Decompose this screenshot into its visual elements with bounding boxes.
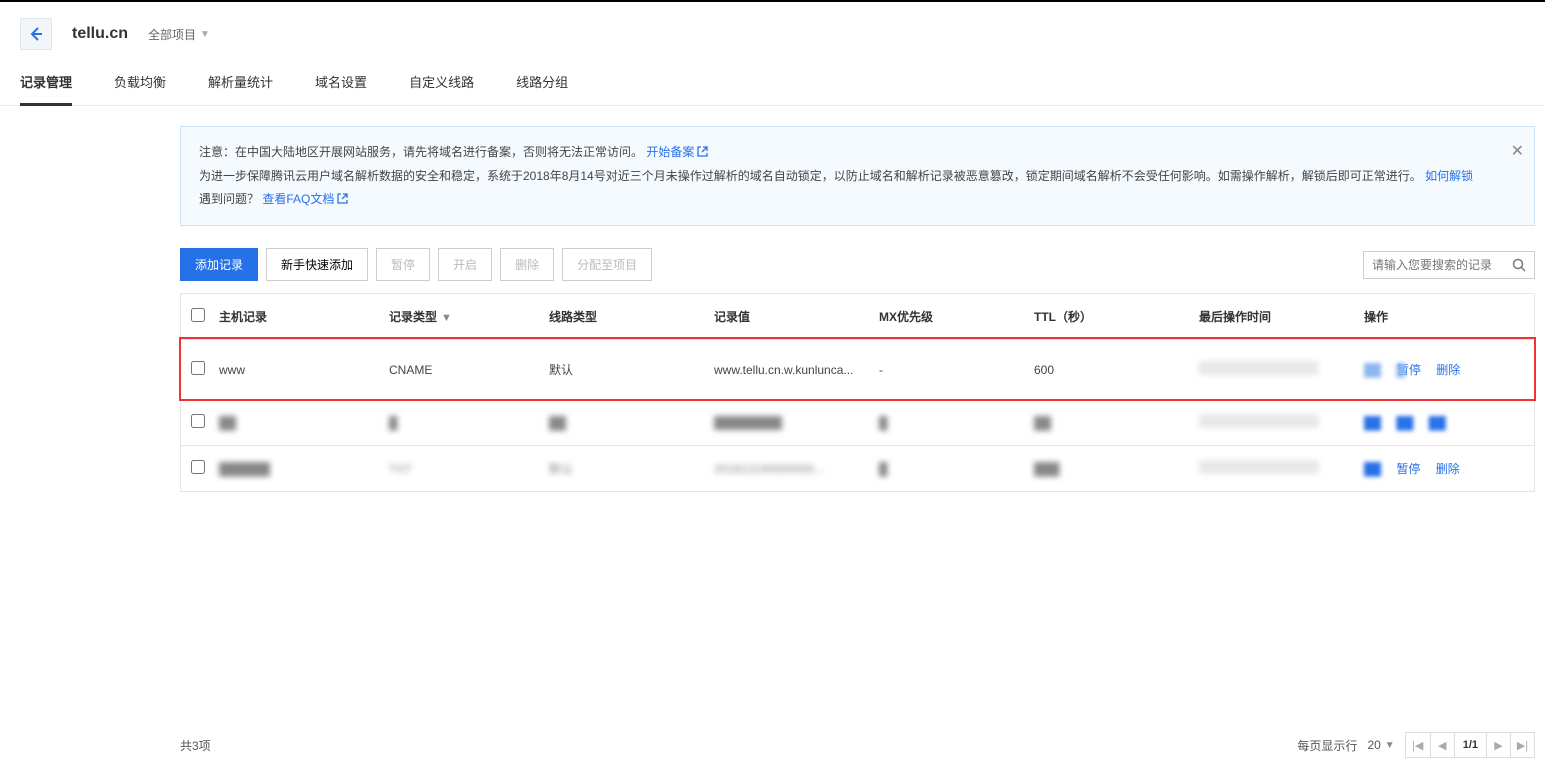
- pause-button[interactable]: 暂停: [376, 248, 430, 281]
- cell-ops: ██ 暂停 删除: [1364, 460, 1524, 477]
- cell-mx: █: [879, 462, 1034, 476]
- notice-text-3: 遇到问题？: [199, 192, 259, 206]
- cell-line: 默认: [549, 460, 714, 477]
- cell-ttl: 600: [1034, 363, 1199, 377]
- table-row: www CNAME 默认 www.tellu.cn.w.kunlunca... …: [181, 339, 1534, 399]
- row-action-pause[interactable]: █暂停: [1396, 363, 1421, 377]
- notice-text-1: 注意：在中国大陆地区开展网站服务，请先将域名进行备案，否则将无法正常访问。: [199, 145, 643, 159]
- caret-down-icon: ▼: [1385, 740, 1395, 751]
- tabs: 记录管理 负载均衡 解析量统计 域名设置 自定义线路 线路分组: [0, 60, 1545, 106]
- cell-ttl: ██: [1034, 416, 1199, 430]
- notice-link-faq[interactable]: 查看FAQ文档: [262, 192, 348, 206]
- table-row: ██ █ ██ ████████ █ ██ ██ ██ ██: [181, 399, 1534, 445]
- cell-host: ██████: [219, 462, 389, 476]
- cell-type: CNAME: [389, 363, 549, 377]
- col-line[interactable]: 线路类型: [549, 308, 714, 325]
- cell-ops: ██ █暂停 删除: [1364, 361, 1524, 378]
- cell-mx: █: [879, 416, 1034, 430]
- per-page-selector[interactable]: 20 ▼: [1367, 738, 1394, 752]
- cell-value: ████████: [714, 416, 879, 430]
- row-checkbox[interactable]: [191, 460, 205, 474]
- row-action[interactable]: ██: [1396, 416, 1413, 430]
- external-link-icon: [697, 142, 708, 165]
- notice-link-beian[interactable]: 开始备案: [646, 145, 708, 159]
- search-input[interactable]: [1364, 252, 1504, 278]
- tab-records[interactable]: 记录管理: [20, 60, 72, 106]
- row-checkbox[interactable]: [191, 361, 205, 375]
- pager-last[interactable]: ▶|: [1510, 733, 1534, 757]
- tab-domain-settings[interactable]: 域名设置: [315, 60, 367, 105]
- delete-button[interactable]: 删除: [500, 248, 554, 281]
- cell-host: ██: [219, 416, 389, 430]
- cell-line: 默认: [549, 361, 714, 378]
- search-box: [1363, 251, 1535, 279]
- toolbar: 添加记录 新手快速添加 暂停 开启 删除 分配至项目: [180, 248, 1545, 281]
- col-time[interactable]: 最后操作时间: [1199, 308, 1364, 325]
- row-checkbox[interactable]: [191, 414, 205, 428]
- external-link-icon: [337, 189, 348, 212]
- close-icon[interactable]: ✕: [1511, 137, 1524, 167]
- search-icon[interactable]: [1504, 252, 1534, 278]
- tab-analytics[interactable]: 解析量统计: [208, 60, 273, 105]
- add-record-button[interactable]: 添加记录: [180, 248, 258, 281]
- cell-value: www.tellu.cn.w.kunlunca...: [714, 363, 879, 377]
- total-count: 共3项: [180, 737, 211, 754]
- row-action[interactable]: ██: [1364, 462, 1381, 476]
- back-button[interactable]: [20, 18, 52, 50]
- cell-line: ██: [549, 416, 714, 430]
- col-mx[interactable]: MX优先级: [879, 308, 1034, 325]
- table-header: 主机记录 记录类型▼ 线路类型 记录值 MX优先级 TTL（秒） 最后操作时间 …: [181, 293, 1534, 339]
- assign-project-button[interactable]: 分配至项目: [562, 248, 652, 281]
- enable-button[interactable]: 开启: [438, 248, 492, 281]
- pager-current: 1/1: [1454, 733, 1486, 757]
- quick-add-button[interactable]: 新手快速添加: [266, 248, 368, 281]
- row-action-delete[interactable]: 删除: [1436, 462, 1460, 476]
- cell-type: TXT: [389, 462, 549, 476]
- table-row: ██████ TXT 默认 201812240000000... █ ███ █…: [181, 445, 1534, 491]
- col-ops: 操作: [1364, 308, 1524, 325]
- cell-time: [1199, 460, 1364, 477]
- col-ttl[interactable]: TTL（秒）: [1034, 308, 1199, 325]
- cell-host: www: [219, 363, 389, 377]
- tab-line-groups[interactable]: 线路分组: [516, 60, 568, 105]
- row-action-delete[interactable]: 删除: [1436, 363, 1460, 377]
- pager-first[interactable]: |◀: [1406, 733, 1430, 757]
- notice-link-unlock[interactable]: 如何解锁: [1425, 169, 1473, 183]
- notice-banner: ✕ 注意：在中国大陆地区开展网站服务，请先将域名进行备案，否则将无法正常访问。 …: [180, 126, 1535, 226]
- per-page-label: 每页显示行: [1297, 737, 1357, 754]
- tab-loadbalance[interactable]: 负载均衡: [114, 60, 166, 105]
- row-action-pause[interactable]: 暂停: [1396, 462, 1420, 476]
- notice-text-2: 为进一步保障腾讯云用户域名解析数据的安全和稳定，系统于2018年8月14号对近三…: [199, 169, 1422, 183]
- pager-prev[interactable]: ◀: [1430, 733, 1454, 757]
- row-action[interactable]: ██: [1364, 416, 1381, 430]
- domain-title: tellu.cn: [72, 25, 128, 43]
- pager: |◀ ◀ 1/1 ▶ ▶|: [1405, 732, 1535, 758]
- cell-time: [1199, 414, 1364, 431]
- cell-time: [1199, 361, 1364, 378]
- col-value[interactable]: 记录值: [714, 308, 879, 325]
- row-action[interactable]: ██: [1364, 363, 1381, 377]
- cell-ops: ██ ██ ██: [1364, 416, 1524, 430]
- filter-icon: ▼: [441, 312, 452, 324]
- cell-mx: -: [879, 363, 1034, 377]
- tab-custom-lines[interactable]: 自定义线路: [409, 60, 474, 105]
- cell-type: █: [389, 416, 549, 430]
- col-host[interactable]: 主机记录: [219, 308, 389, 325]
- project-selector-label: 全部项目: [148, 26, 196, 43]
- select-all-checkbox[interactable]: [191, 308, 205, 322]
- pager-next[interactable]: ▶: [1486, 733, 1510, 757]
- col-type[interactable]: 记录类型▼: [389, 308, 549, 325]
- cell-ttl: ███: [1034, 462, 1199, 476]
- records-table: 主机记录 记录类型▼ 线路类型 记录值 MX优先级 TTL（秒） 最后操作时间 …: [180, 293, 1535, 492]
- caret-down-icon: ▼: [200, 29, 210, 40]
- table-footer: 共3项 每页显示行 20 ▼ |◀ ◀ 1/1 ▶ ▶|: [180, 722, 1545, 778]
- cell-value: 201812240000000...: [714, 462, 879, 476]
- row-action[interactable]: ██: [1429, 416, 1446, 430]
- project-selector[interactable]: 全部项目 ▼: [148, 26, 210, 43]
